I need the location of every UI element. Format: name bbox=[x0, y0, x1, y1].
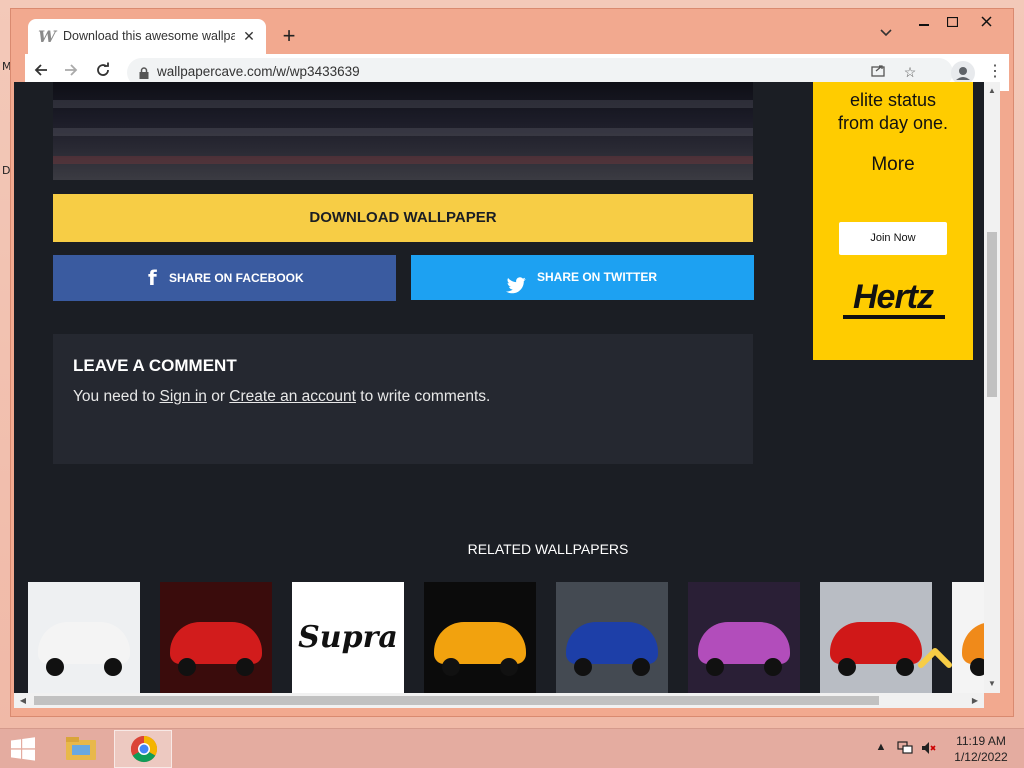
related-thumbnail-purple-supra-wings[interactable] bbox=[688, 582, 800, 693]
car-wheel bbox=[104, 658, 122, 676]
twitter-bird-icon bbox=[506, 268, 526, 294]
windows-start-icon[interactable] bbox=[10, 737, 36, 761]
car-wheel bbox=[838, 658, 856, 676]
car-wheel bbox=[896, 658, 914, 676]
tab-search-chevron-icon[interactable] bbox=[877, 26, 895, 44]
hertz-logo-underline bbox=[843, 315, 945, 319]
car-wheel bbox=[236, 658, 254, 676]
sign-in-link[interactable]: Sign in bbox=[159, 388, 206, 405]
car-wheel bbox=[706, 658, 724, 676]
system-clock[interactable]: 11:19 AM 1/12/2022 bbox=[948, 733, 1014, 765]
comment-prefix: You need to bbox=[73, 388, 160, 405]
scroll-up-arrow-icon[interactable]: ▲ bbox=[984, 84, 1000, 98]
related-thumbnail-red-neon-supra[interactable] bbox=[160, 582, 272, 693]
image-detail bbox=[53, 128, 753, 136]
car-wheel bbox=[442, 658, 460, 676]
minimize-button[interactable] bbox=[909, 11, 939, 33]
scroll-right-arrow-icon[interactable]: ▶ bbox=[968, 693, 982, 708]
tab-strip: W Download this awesome wallpaper ✕ + bbox=[11, 9, 1013, 55]
show-hidden-icons-icon[interactable]: ▲ bbox=[874, 741, 888, 757]
chrome-taskbar-button[interactable] bbox=[114, 730, 172, 768]
page-viewport: DOWNLOAD WALLPAPER f SHARE ON FACEBOOK S… bbox=[14, 82, 984, 693]
scroll-left-arrow-icon[interactable]: ◀ bbox=[16, 693, 30, 708]
clock-time: 11:19 AM bbox=[956, 734, 1006, 748]
car-wheel bbox=[178, 658, 196, 676]
new-tab-button[interactable]: + bbox=[277, 24, 301, 48]
tab-title: Download this awesome wallpaper bbox=[63, 29, 235, 43]
back-arrow-icon[interactable] bbox=[29, 60, 53, 84]
hertz-ad-banner[interactable]: elite status from day one. More Join Now… bbox=[813, 82, 973, 360]
car-wheel bbox=[46, 658, 64, 676]
ad-more-text: More bbox=[871, 154, 915, 175]
windows-taskbar: ▲ 11:19 AM 1/12/2022 bbox=[0, 728, 1024, 768]
reload-icon[interactable] bbox=[91, 60, 115, 84]
share-twitter-label: SHARE ON TWITTER bbox=[537, 270, 657, 284]
related-thumbnail-orange-supra-dark[interactable] bbox=[424, 582, 536, 693]
facebook-icon: f bbox=[148, 266, 157, 290]
volume-muted-icon[interactable] bbox=[920, 741, 938, 757]
related-wallpapers-heading: RELATED WALLPAPERS bbox=[467, 541, 629, 557]
share-facebook-label: SHARE ON FACEBOOK bbox=[169, 271, 304, 285]
related-thumbnail-white-supra-rear[interactable] bbox=[28, 582, 140, 693]
image-detail bbox=[53, 100, 753, 108]
download-wallpaper-button[interactable]: DOWNLOAD WALLPAPER bbox=[53, 194, 753, 242]
car-wheel bbox=[574, 658, 592, 676]
close-icon[interactable]: ✕ bbox=[240, 27, 258, 45]
scroll-to-top-chevron-icon[interactable] bbox=[917, 645, 953, 669]
ad-text-line2: from day one. bbox=[837, 113, 949, 133]
bookmark-star-icon[interactable]: ☆ bbox=[901, 63, 919, 81]
hertz-logo: Hertz bbox=[852, 278, 934, 316]
car-wheel bbox=[500, 658, 518, 676]
share-icon[interactable] bbox=[869, 63, 887, 81]
supra-logo-text: Supra bbox=[298, 620, 398, 655]
comment-prompt: You need to Sign in or Create an account… bbox=[73, 388, 490, 406]
tab-active[interactable]: W Download this awesome wallpaper ✕ bbox=[28, 19, 266, 55]
car-wheel bbox=[764, 658, 782, 676]
forward-arrow-icon[interactable] bbox=[59, 60, 83, 84]
share-twitter-button[interactable]: SHARE ON TWITTER bbox=[411, 255, 754, 300]
car-wheel bbox=[970, 658, 984, 676]
related-thumbnail-blue-supra-garage[interactable] bbox=[556, 582, 668, 693]
create-account-link[interactable]: Create an account bbox=[229, 388, 356, 405]
vertical-scroll-thumb[interactable] bbox=[987, 232, 997, 397]
comment-or: or bbox=[206, 388, 230, 405]
maximize-button[interactable] bbox=[937, 11, 967, 33]
share-facebook-button[interactable]: f SHARE ON FACEBOOK bbox=[53, 255, 396, 301]
image-detail bbox=[53, 156, 753, 164]
horizontal-scroll-thumb[interactable] bbox=[34, 696, 879, 705]
ad-text-line1: elite status bbox=[849, 90, 937, 110]
related-thumbnail-red-supra-compact[interactable] bbox=[820, 582, 932, 693]
lock-icon bbox=[139, 66, 149, 79]
network-icon[interactable] bbox=[896, 741, 914, 757]
wallpapercave-favicon-icon: W bbox=[38, 27, 56, 46]
related-thumbnail-orange-supra-partial[interactable] bbox=[952, 582, 984, 693]
car-wheel bbox=[632, 658, 650, 676]
file-explorer-icon[interactable] bbox=[58, 730, 104, 768]
related-thumbnail-supra-logo[interactable]: Supra bbox=[292, 582, 404, 693]
url-text: wallpapercave.com/w/wp3433639 bbox=[157, 64, 360, 79]
wallpaper-preview-image bbox=[53, 82, 753, 180]
vertical-scrollbar[interactable]: ▲ ▼ bbox=[984, 82, 1000, 693]
comment-suffix: to write comments. bbox=[355, 388, 491, 405]
clock-date: 1/12/2022 bbox=[954, 750, 1008, 764]
horizontal-scrollbar[interactable]: ◀ ▶ bbox=[14, 693, 984, 708]
ad-join-now-button[interactable]: Join Now bbox=[839, 222, 947, 255]
close-window-button[interactable] bbox=[971, 11, 1001, 33]
comment-section: LEAVE A COMMENT You need to Sign in or C… bbox=[53, 334, 753, 464]
comment-heading: LEAVE A COMMENT bbox=[73, 356, 237, 375]
scroll-down-arrow-icon[interactable]: ▼ bbox=[984, 677, 1000, 691]
